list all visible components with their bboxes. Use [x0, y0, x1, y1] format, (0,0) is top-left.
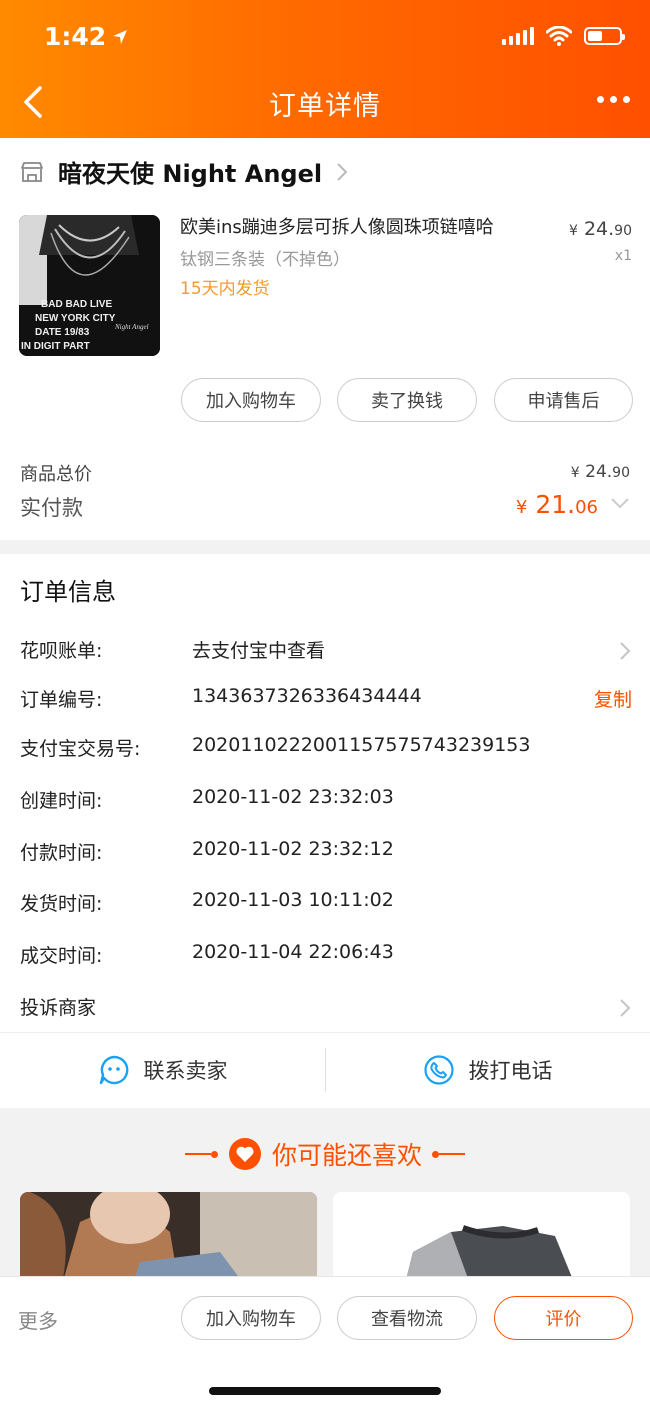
wifi-icon [546, 26, 572, 46]
shipping-note: 15天内发货 [180, 279, 270, 299]
page-title: 订单详情 [269, 91, 381, 122]
shop-name: 暗夜天使 Night Angel [58, 160, 323, 188]
divider [0, 1032, 650, 1033]
contact-seller-button[interactable]: 联系卖家 [0, 1034, 325, 1106]
info-value: 2020-11-03 10:11:02 [192, 889, 394, 911]
decor-line-right [432, 1150, 465, 1158]
thumb-print-line-3: DATE 19/83 [35, 327, 90, 338]
status-time-text: 1:42 [44, 22, 107, 51]
info-row-alipay-trade: 支付宝交易号: 2020110222001157575743239153 [20, 734, 632, 764]
total-int: 24. [585, 462, 613, 482]
info-value: 2020-11-02 23:32:03 [192, 786, 394, 808]
home-indicator[interactable] [209, 1387, 441, 1395]
thumb-print-line-4: IN DIGIT PART [21, 341, 90, 352]
total-symbol: ¥ [570, 465, 580, 481]
battery-icon [584, 27, 625, 45]
sell-button[interactable]: 卖了换钱 [337, 378, 477, 422]
info-value: 去支付宝中查看 [192, 640, 326, 662]
total-price-label: 商品总价 [20, 464, 92, 485]
product-spec: 钛钢三条装（不掉色） [180, 250, 350, 270]
complain-seller-row[interactable]: 投诉商家 [20, 993, 632, 1023]
thumb-print-brand: Night Angel [114, 323, 149, 331]
total-dec: 90 [612, 465, 630, 481]
info-key: 订单编号: [20, 689, 103, 711]
chevron-right-icon [620, 999, 631, 1017]
status-icons [502, 26, 625, 46]
phone-icon [423, 1055, 454, 1085]
paid-amount-label: 实付款 [20, 496, 83, 520]
after-sale-button[interactable]: 申请售后 [494, 378, 633, 422]
view-logistics-button[interactable]: 查看物流 [337, 1296, 477, 1340]
info-value: 2020-11-02 23:32:12 [192, 838, 394, 860]
info-key: 成交时间: [20, 945, 103, 967]
info-row-created: 创建时间: 2020-11-02 23:32:03 [20, 786, 632, 816]
heart-icon [228, 1138, 261, 1170]
info-key: 创建时间: [20, 790, 103, 812]
decor-line-left [184, 1150, 218, 1158]
paid-dec: 06 [575, 497, 598, 518]
chevron-right-icon [337, 162, 348, 181]
copy-button[interactable]: 复制 [594, 685, 632, 712]
info-key: 支付宝交易号: [20, 738, 141, 760]
paid-symbol: ¥ [515, 497, 528, 518]
call-phone-button[interactable]: 拨打电话 [325, 1034, 650, 1106]
info-row-order-number: 订单编号: 1343637326336434444 复制 [20, 685, 632, 715]
info-row-shipped: 发货时间: 2020-11-03 10:11:02 [20, 889, 632, 919]
recommend-title: 你可能还喜欢 [271, 1141, 422, 1170]
status-time: 1:42 [44, 22, 128, 51]
contact-seller-label: 联系卖家 [143, 1059, 228, 1083]
more-options-button[interactable] [597, 96, 630, 103]
add-to-cart-bottom-button[interactable]: 加入购物车 [181, 1296, 321, 1340]
paid-amount-value: ¥ 21.06 [516, 490, 598, 519]
more-button[interactable]: 更多 [18, 1305, 58, 1334]
price-dec: 90 [614, 223, 632, 239]
info-key: 付款时间: [20, 842, 103, 864]
review-button[interactable]: 评价 [494, 1296, 633, 1340]
info-key: 发货时间: [20, 893, 103, 915]
total-price-value: ¥ 24.90 [571, 462, 630, 482]
thumb-print-line-1: BAD BAD LIVE [41, 299, 112, 310]
store-icon [21, 161, 43, 182]
info-value: 2020110222001157575743239153 [192, 734, 531, 756]
product-title[interactable]: 欧美ins蹦迪多层可拆人像圆珠项链嘻哈 [180, 215, 555, 241]
price-int: 24. [583, 218, 615, 240]
app-header: 1:42 订单详情 [0, 0, 650, 138]
bottom-action-bar: 更多 加入购物车 查看物流 评价 [0, 1276, 650, 1406]
info-key: 花呗账单: [20, 640, 103, 662]
price-symbol: ¥ [568, 223, 578, 239]
recommend-header: 你可能还喜欢 [0, 1136, 650, 1172]
chat-bubble-icon [99, 1055, 128, 1085]
quantity: x1 [614, 248, 632, 264]
product-thumbnail[interactable]: BAD BAD LIVE NEW YORK CITY DATE 19/83 IN… [19, 215, 160, 356]
info-row-huabei[interactable]: 花呗账单: 去支付宝中查看 [20, 636, 632, 666]
cellular-signal-icon [502, 27, 534, 45]
thumb-print-line-2: NEW YORK CITY [35, 313, 116, 324]
info-row-completed: 成交时间: 2020-11-04 22:06:43 [20, 941, 632, 971]
info-value: 1343637326336434444 [192, 685, 422, 707]
info-row-paid: 付款时间: 2020-11-02 23:32:12 [20, 838, 632, 868]
location-arrow-icon [113, 29, 128, 44]
shop-header[interactable]: 暗夜天使 Night Angel [20, 154, 348, 189]
chevron-right-icon [620, 642, 631, 660]
expand-chevron-icon[interactable] [610, 496, 630, 510]
unit-price: ¥ 24.90 [569, 218, 632, 240]
order-info-title: 订单信息 [20, 578, 116, 606]
info-value: 2020-11-04 22:06:43 [192, 941, 394, 963]
paid-int: 21. [535, 490, 576, 519]
call-phone-label: 拨打电话 [468, 1059, 553, 1083]
add-to-cart-button[interactable]: 加入购物车 [181, 378, 321, 422]
info-key: 投诉商家 [20, 997, 97, 1019]
